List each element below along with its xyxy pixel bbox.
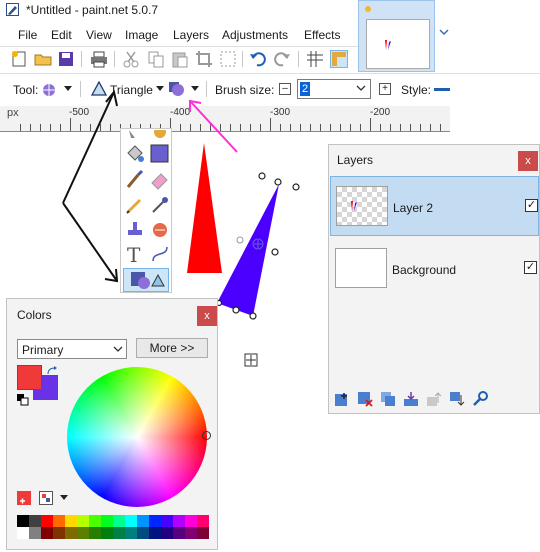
palette-swatch[interactable]: [17, 527, 29, 539]
layer-name: Layer 2: [393, 201, 434, 215]
recolor-tool-icon[interactable]: [149, 218, 171, 240]
palette-swatch[interactable]: [173, 515, 185, 527]
palette-swatch[interactable]: [125, 515, 137, 527]
palette-swatch[interactable]: [149, 515, 161, 527]
paint-bucket-icon[interactable]: [124, 143, 146, 165]
palette-icon[interactable]: [39, 491, 53, 505]
gradient-icon[interactable]: [149, 143, 171, 165]
text-icon[interactable]: T: [124, 243, 146, 267]
layer-properties-icon[interactable]: [472, 391, 488, 407]
palette-swatch[interactable]: [113, 515, 125, 527]
shape-handle-faded[interactable]: [236, 236, 244, 244]
color-wheel-cursor[interactable]: [202, 431, 211, 440]
line-curve-icon[interactable]: [149, 243, 171, 265]
add-layer-icon[interactable]: [334, 391, 350, 407]
palette-swatch[interactable]: [185, 527, 197, 539]
palette-swatch[interactable]: [137, 515, 149, 527]
annotation-magenta-arrow: [189, 99, 238, 153]
palette-swatch[interactable]: [161, 515, 173, 527]
color-mode-value: Primary: [22, 343, 64, 357]
layer-name: Background: [392, 263, 457, 277]
reset-colors-icon[interactable]: [17, 394, 29, 406]
color-mode-select[interactable]: Primary: [17, 339, 127, 359]
palette-swatch[interactable]: [53, 527, 65, 539]
shapes-tool-button[interactable]: [123, 268, 169, 292]
dropdown-arrow-icon[interactable]: [60, 495, 68, 501]
layer-row-layer-2[interactable]: Layer 2 ✓: [330, 176, 539, 236]
layer-row-background[interactable]: Background ✓: [330, 239, 539, 299]
palette-swatch[interactable]: [65, 515, 77, 527]
blue-triangle-shape[interactable]: [217, 184, 279, 316]
svg-text:T: T: [127, 243, 141, 265]
palette-swatch[interactable]: [173, 527, 185, 539]
layer-thumbnail: [336, 186, 388, 226]
swap-colors-icon[interactable]: [46, 366, 58, 376]
layer-visibility-checkbox[interactable]: ✓: [524, 261, 537, 274]
annotation-black-arrows: [62, 89, 119, 283]
chevron-down-icon: [113, 346, 123, 352]
move-layer-up-icon[interactable]: [426, 391, 442, 407]
delete-layer-icon[interactable]: [357, 391, 373, 407]
palette-swatch[interactable]: [101, 515, 113, 527]
palette-swatch[interactable]: [185, 515, 197, 527]
color-picker-icon[interactable]: [149, 194, 171, 216]
colors-window-title: Colors: [17, 308, 52, 322]
palette-swatch[interactable]: [101, 527, 113, 539]
move-handle-icon[interactable]: [252, 238, 264, 250]
primary-color-swatch[interactable]: [17, 365, 42, 390]
layer-thumbnail: [335, 248, 387, 288]
move-cursor-icon: [244, 353, 258, 367]
more-colors-button[interactable]: More >>: [136, 338, 208, 358]
palette-swatch[interactable]: [77, 527, 89, 539]
add-to-palette-icon[interactable]: [17, 491, 31, 505]
layers-close-button[interactable]: x: [518, 151, 538, 171]
paintbrush-icon[interactable]: [124, 169, 146, 191]
layers-window-title: Layers: [337, 153, 374, 167]
palette-swatch[interactable]: [89, 527, 101, 539]
eraser-icon[interactable]: [149, 169, 171, 191]
palette-swatch[interactable]: [29, 515, 41, 527]
colors-close-button[interactable]: x: [197, 306, 217, 326]
palette-swatch[interactable]: [125, 527, 137, 539]
palette-swatch[interactable]: [149, 527, 161, 539]
palette-swatch[interactable]: [197, 515, 209, 527]
layer-visibility-checkbox[interactable]: ✓: [525, 199, 538, 212]
colors-window: Colors x Primary More >>: [6, 298, 218, 550]
merge-layer-down-icon[interactable]: [403, 391, 419, 407]
palette-swatch[interactable]: [197, 527, 209, 539]
palette-swatch[interactable]: [41, 515, 53, 527]
color-palette[interactable]: [17, 515, 209, 539]
palette-swatch[interactable]: [89, 515, 101, 527]
palette-swatch[interactable]: [53, 515, 65, 527]
palette-swatch[interactable]: [41, 527, 53, 539]
color-wheel[interactable]: [67, 367, 207, 507]
palette-swatch[interactable]: [77, 515, 89, 527]
palette-swatch[interactable]: [161, 527, 173, 539]
red-triangle-shape: [187, 143, 222, 273]
shapes-icon: [131, 272, 165, 289]
tools-panel: T: [120, 126, 172, 293]
pencil-icon[interactable]: [124, 194, 146, 216]
palette-swatch[interactable]: [137, 527, 149, 539]
move-layer-down-icon[interactable]: [449, 391, 465, 407]
palette-swatch[interactable]: [29, 527, 41, 539]
palette-swatch[interactable]: [17, 515, 29, 527]
clone-stamp-icon[interactable]: [124, 218, 146, 240]
duplicate-layer-icon[interactable]: [380, 391, 396, 407]
layers-window: Layers x Layer 2 ✓ Background ✓: [328, 144, 540, 414]
palette-swatch[interactable]: [65, 527, 77, 539]
palette-swatch[interactable]: [113, 527, 125, 539]
